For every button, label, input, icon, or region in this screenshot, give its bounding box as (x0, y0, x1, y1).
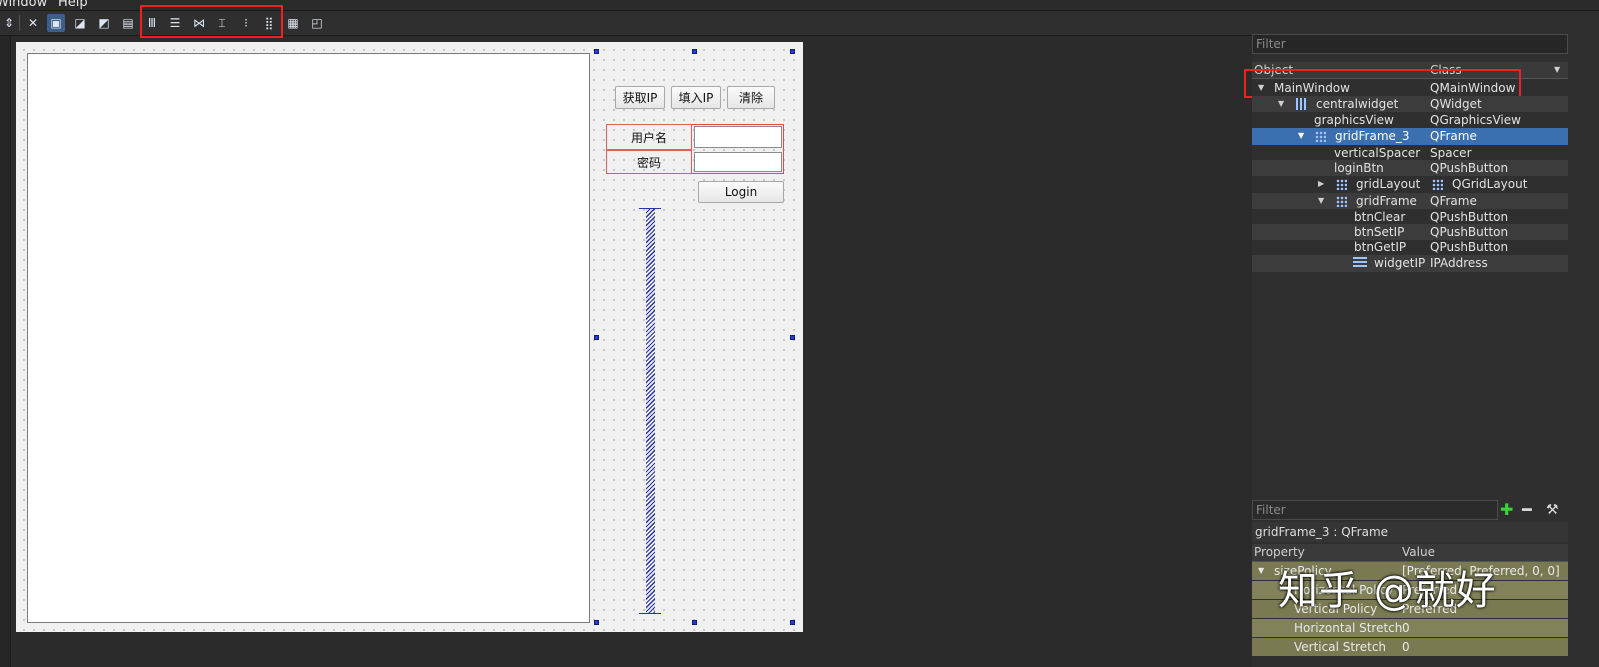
password-label: 密码 (636, 155, 661, 170)
toolbar-highlight-box (140, 5, 283, 38)
vertical-spacer[interactable] (646, 208, 655, 614)
username-label: 用户名 (630, 130, 667, 145)
selection-handle[interactable] (790, 335, 795, 340)
mainwindow-highlight-box (1244, 69, 1521, 98)
selection-handle[interactable] (594, 49, 599, 54)
tree-row-btngetip[interactable]: btnGetIP QPushButton (1252, 239, 1568, 255)
break-layout-icon[interactable]: ▦ (284, 14, 302, 32)
collapse-arrow-icon[interactable]: ▶ (1318, 176, 1324, 192)
class-name: QFrame (1430, 129, 1477, 143)
property-editor-title: gridFrame_3 : QFrame (1252, 522, 1568, 542)
updown-icon[interactable]: ⇕ (2, 14, 16, 32)
class-name: QPushButton (1430, 240, 1509, 254)
edit-tab-order-icon[interactable]: ▤ (119, 14, 137, 32)
class-name: QPushButton (1430, 161, 1509, 175)
grid-layout-icon (1315, 131, 1326, 142)
tree-row-centralwidget[interactable]: ▼ centralwidget QWidget (1252, 96, 1568, 112)
object-name: centralwidget (1316, 97, 1399, 111)
grid-layout-icon (1336, 196, 1347, 207)
sort-arrow-icon[interactable]: ▼ (1554, 62, 1560, 78)
tree-row-gridframe[interactable]: ▼ gridFrame QFrame (1252, 193, 1568, 209)
tree-row-btnclear[interactable]: btnClear QPushButton (1252, 209, 1568, 225)
selection-handle[interactable] (692, 620, 697, 625)
selection-handle[interactable] (790, 49, 795, 54)
class-name: QWidget (1430, 97, 1482, 111)
class-name: QPushButton (1430, 225, 1509, 239)
selection-handle[interactable] (790, 620, 795, 625)
object-inspector-filter[interactable]: Filter (1252, 34, 1568, 54)
expand-arrow-icon[interactable]: ▼ (1318, 193, 1324, 209)
object-name: loginBtn (1334, 161, 1384, 175)
remove-property-icon[interactable]: ━ (1522, 500, 1532, 520)
custom-widget-icon (1353, 257, 1367, 269)
property-row-vertical-stretch[interactable]: Vertical Stretch 0 (1252, 638, 1568, 656)
tree-row-gridlayout[interactable]: ▶ gridLayout QGridLayout (1252, 176, 1568, 192)
tree-row-gridframe3[interactable]: ▼ gridFrame_3 QFrame (1252, 128, 1568, 145)
property-row-horizontal-stretch[interactable]: Horizontal Stretch 0 (1252, 619, 1568, 637)
object-name: gridFrame_3 (1335, 129, 1410, 143)
toolbar-separator (19, 15, 20, 31)
property-value[interactable]: 0 (1402, 638, 1410, 656)
object-name: btnGetIP (1354, 240, 1407, 254)
adjust-size-icon[interactable]: ◰ (308, 14, 326, 32)
selection-handle[interactable] (594, 620, 599, 625)
menu-help[interactable]: Help (58, 0, 88, 10)
configure-wrench-icon[interactable]: ⚒ (1546, 500, 1559, 520)
tree-row-graphicsview[interactable]: graphicsView QGraphicsView (1252, 112, 1568, 128)
selection-handle[interactable] (692, 49, 697, 54)
property-value[interactable]: 0 (1402, 619, 1410, 637)
login-button[interactable]: Login (698, 181, 784, 203)
expand-arrow-icon[interactable]: ▼ (1258, 562, 1264, 580)
tree-row-verticalspacer[interactable]: verticalSpacer Spacer (1252, 145, 1568, 161)
selection-handle[interactable] (594, 335, 599, 340)
object-name: btnSetIP (1354, 225, 1405, 239)
property-name: Horizontal Stretch (1294, 621, 1403, 635)
edit-widgets-icon[interactable]: ▣ (47, 14, 65, 32)
watermark: 知乎 @就好 (1278, 568, 1497, 614)
object-name: verticalSpacer (1334, 146, 1421, 160)
username-input[interactable] (694, 126, 782, 148)
expand-arrow-icon[interactable]: ▼ (1278, 96, 1284, 112)
object-name: gridLayout (1356, 177, 1421, 191)
class-name: QPushButton (1430, 210, 1509, 224)
class-name: QGraphicsView (1430, 113, 1521, 127)
edit-signals-icon[interactable]: ◪ (71, 14, 89, 32)
object-name: gridFrame (1356, 194, 1417, 208)
class-name: IPAddress (1430, 256, 1488, 270)
property-name: Vertical Stretch (1294, 640, 1387, 654)
close-icon[interactable]: ✕ (24, 14, 42, 32)
grid-layout-icon (1336, 179, 1347, 190)
set-ip-button[interactable]: 填入IP (671, 86, 721, 109)
tree-row-btnsetip[interactable]: btnSetIP QPushButton (1252, 224, 1568, 240)
grid-layout-icon (1432, 179, 1443, 190)
object-name: btnClear (1354, 210, 1406, 224)
expand-arrow-icon[interactable]: ▼ (1298, 128, 1304, 144)
add-property-icon[interactable]: ✚ (1500, 500, 1513, 520)
class-name: QFrame (1430, 194, 1477, 208)
menu-window[interactable]: Window (0, 0, 47, 10)
object-name: widgetIP (1374, 256, 1426, 270)
graphics-view[interactable] (27, 53, 590, 623)
spacer-cap-bottom (639, 613, 661, 614)
vertical-layout-icon (1296, 98, 1307, 110)
class-name: Spacer (1430, 146, 1472, 160)
property-editor-filter[interactable]: Filter (1252, 500, 1498, 520)
tree-row-widgetip[interactable]: widgetIP IPAddress (1252, 255, 1568, 272)
class-name: QGridLayout (1452, 177, 1528, 191)
object-name: graphicsView (1314, 113, 1394, 127)
get-ip-button[interactable]: 获取IP (615, 86, 665, 109)
tree-row-loginbtn[interactable]: loginBtn QPushButton (1252, 160, 1568, 176)
left-dock-strip (0, 36, 11, 667)
edit-buddies-icon[interactable]: ◩ (95, 14, 113, 32)
clear-button[interactable]: 清除 (727, 86, 775, 109)
password-input[interactable] (694, 152, 782, 172)
